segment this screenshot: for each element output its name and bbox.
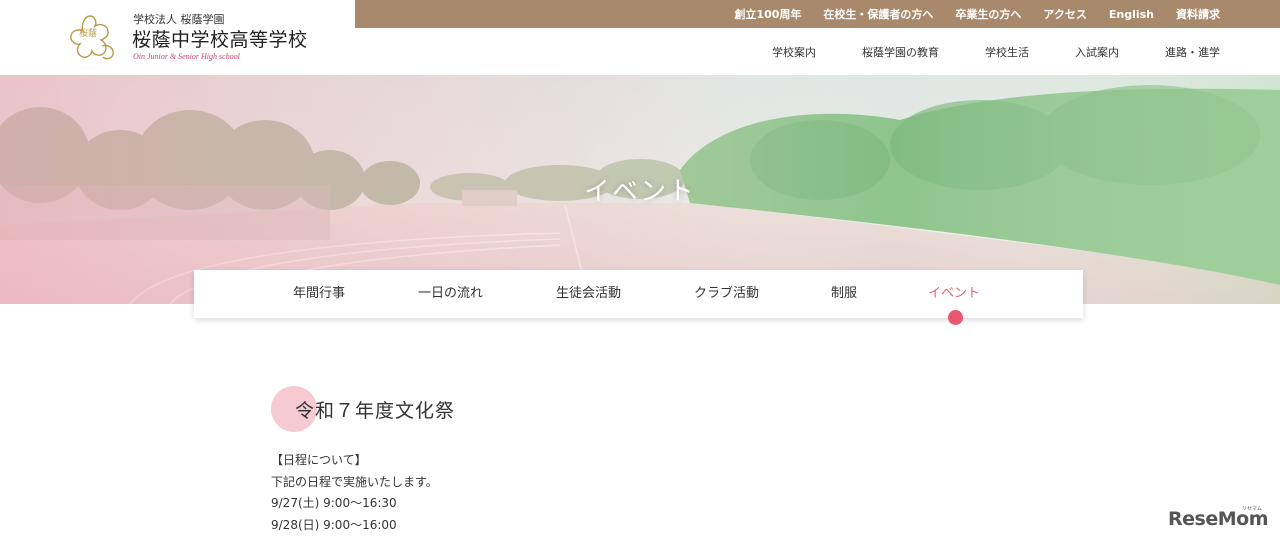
school-english-name: Oin Junior & Senior High school — [133, 52, 240, 61]
schedule-day-2: 9/28(日) 9:00〜16:00 — [271, 517, 397, 532]
schedule-heading: 【日程について】 — [271, 453, 367, 467]
schedule-intro: 下記の日程で実施いたします。 — [271, 474, 438, 489]
tab-daily-schedule[interactable]: 一日の流れ — [418, 270, 483, 318]
emblem-text: 桜蔭 — [79, 27, 97, 39]
top-utility-bar: 創立100周年 在校生・保護者の方へ 卒業生の方へ アクセス English 資… — [355, 0, 1280, 28]
sakura-emblem-icon: 桜蔭 — [70, 15, 114, 60]
link-english[interactable]: English — [1109, 8, 1154, 21]
link-alumni[interactable]: 卒業生の方へ — [955, 6, 1021, 22]
resemom-watermark: ReseMom — [1168, 508, 1268, 530]
tab-uniform[interactable]: 制服 — [831, 270, 857, 318]
active-tab-indicator — [948, 310, 963, 325]
utility-links: 創立100周年 在校生・保護者の方へ 卒業生の方へ アクセス English 資… — [734, 0, 1220, 28]
link-100th-anniversary[interactable]: 創立100周年 — [734, 6, 801, 22]
site-header: 桜蔭 学校法人 桜蔭学園 桜蔭中学校高等学校 Oin Junior & Seni… — [0, 0, 1280, 75]
hero-title: イベント — [583, 177, 696, 207]
nav-career[interactable]: 進路・進学 — [1165, 44, 1220, 60]
site-logo[interactable]: 桜蔭 学校法人 桜蔭学園 桜蔭中学校高等学校 Oin Junior & Seni… — [62, 8, 352, 68]
nav-education[interactable]: 桜蔭学園の教育 — [862, 44, 939, 60]
link-request-materials[interactable]: 資料請求 — [1176, 6, 1220, 22]
link-access[interactable]: アクセス — [1043, 6, 1086, 22]
event-heading: 令和７年度文化祭 — [271, 386, 571, 432]
schedule-day-1: 9/27(土) 9:00〜16:30 — [271, 496, 397, 510]
main-nav: 学校案内 桜蔭学園の教育 学校生活 入試案内 進路・進学 — [772, 44, 1220, 60]
tab-club-activities[interactable]: クラブ活動 — [694, 270, 759, 318]
school-name: 桜蔭中学校高等学校 — [132, 29, 308, 51]
event-title: 令和７年度文化祭 — [295, 400, 456, 422]
tab-student-council[interactable]: 生徒会活動 — [556, 270, 621, 318]
link-students-parents[interactable]: 在校生・保護者の方へ — [823, 6, 933, 22]
nav-school-life[interactable]: 学校生活 — [985, 44, 1029, 60]
tab-annual-events[interactable]: 年間行事 — [293, 270, 345, 318]
nav-admissions[interactable]: 入試案内 — [1075, 44, 1119, 60]
event-details: 【日程について】 下記の日程で実施いたします。 9/27(土) 9:00〜16:… — [271, 450, 438, 536]
nav-school-guide[interactable]: 学校案内 — [772, 44, 816, 60]
